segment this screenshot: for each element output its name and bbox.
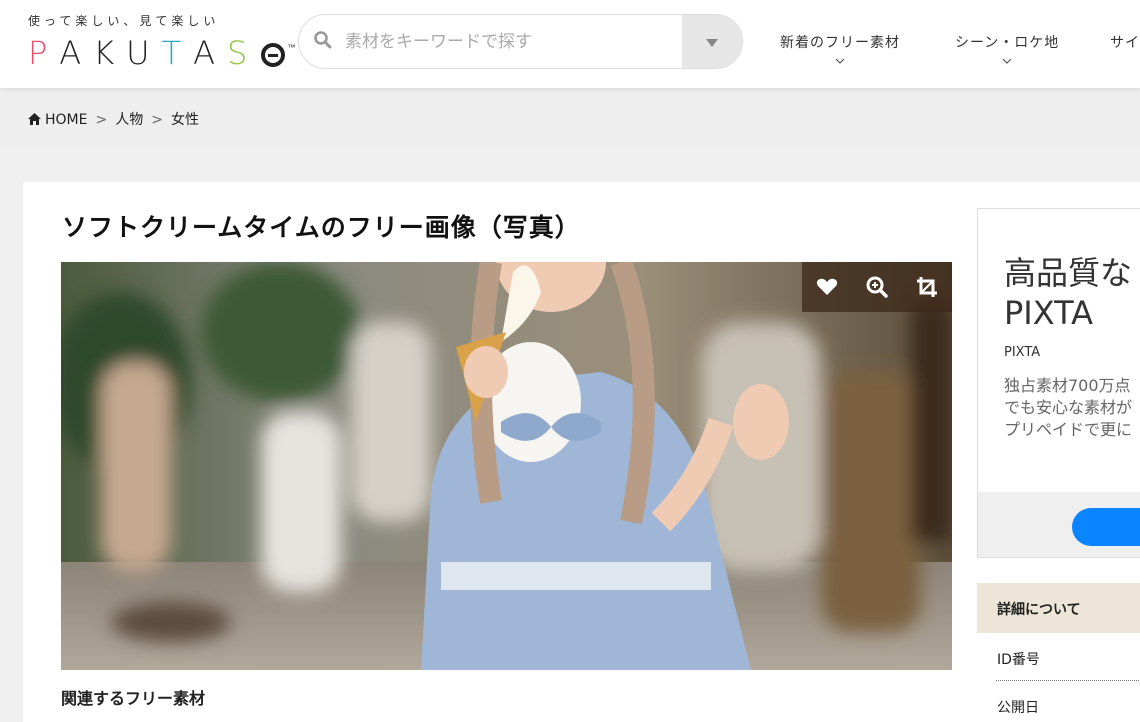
main-content: ソフトクリームタイムのフリー画像（写真） 関連するフリー素材 高品質な PIXT… bbox=[23, 182, 1140, 722]
nav-site[interactable]: サイ bbox=[1110, 32, 1140, 52]
ad-cta-button[interactable] bbox=[1072, 508, 1140, 546]
breadcrumb-people[interactable]: 人物 bbox=[115, 112, 143, 128]
detail-row-published: 公開日 bbox=[997, 700, 1039, 716]
logo-letter: T bbox=[161, 34, 194, 72]
details-panel: 詳細について ID番号 公開日 bbox=[977, 583, 1140, 722]
ad-description: 独占素材700万点 でも安心な素材が プリペイドで更に bbox=[1004, 375, 1132, 441]
logo-letter: K bbox=[93, 34, 127, 72]
crop-icon[interactable] bbox=[915, 275, 939, 299]
logo-letter: P bbox=[28, 34, 60, 72]
logo-tagline: 使って楽しい、見て楽しい bbox=[28, 14, 220, 28]
breadcrumb-female[interactable]: 女性 bbox=[171, 112, 199, 128]
search-box bbox=[298, 14, 743, 69]
breadcrumb-separator: > bbox=[95, 112, 108, 128]
details-heading: 詳細について bbox=[977, 583, 1140, 633]
breadcrumb-separator: > bbox=[151, 112, 163, 128]
breadcrumb: HOME > 人物 > 女性 bbox=[28, 109, 199, 129]
logo-mark-icon bbox=[261, 43, 286, 67]
main-photo[interactable] bbox=[61, 262, 952, 670]
search-input[interactable] bbox=[345, 23, 675, 61]
detail-row-id: ID番号 bbox=[996, 633, 1140, 681]
nav-label: シーン・ロケ地 bbox=[955, 35, 1060, 51]
chevron-down-icon bbox=[1002, 58, 1012, 64]
zoom-in-icon[interactable] bbox=[865, 275, 889, 299]
logo-letter: U bbox=[126, 34, 162, 72]
page-title: ソフトクリームタイムのフリー画像（写真） bbox=[62, 213, 581, 242]
nav-scene-location[interactable]: シーン・ロケ地 bbox=[955, 32, 1059, 66]
logo-letter: S bbox=[227, 34, 260, 72]
nav-label: 新着のフリー素材 bbox=[780, 35, 900, 51]
pixta-ad[interactable]: 高品質な PIXTA PIXTA 独占素材700万点 でも安心な素材が プリペイ… bbox=[977, 208, 1140, 558]
site-logo[interactable]: 使って楽しい、見て楽しい PAKUTAS ™ bbox=[28, 12, 295, 76]
chevron-down-icon bbox=[835, 58, 845, 64]
logo-trademark: ™ bbox=[287, 43, 296, 52]
logo-wordmark: PAKUTAS ™ bbox=[28, 34, 295, 72]
photo-illustration bbox=[61, 262, 952, 670]
ad-desc-line: 独占素材700万点 bbox=[1004, 376, 1131, 395]
logo-letter: A bbox=[193, 34, 228, 72]
ad-footer bbox=[978, 492, 1140, 557]
nav-new-materials[interactable]: 新着のフリー素材 bbox=[780, 32, 900, 66]
ad-title: 高品質な PIXTA bbox=[1004, 253, 1132, 333]
nav-label: サイ bbox=[1110, 35, 1140, 51]
ad-source: PIXTA bbox=[1004, 345, 1041, 360]
photo-toolbar bbox=[802, 262, 952, 312]
ad-title-line: 高品質な bbox=[1004, 254, 1133, 292]
ad-title-line: PIXTA bbox=[1004, 294, 1094, 332]
search-category-dropdown[interactable] bbox=[682, 15, 742, 68]
breadcrumb-home[interactable]: HOME bbox=[45, 112, 87, 128]
home-icon bbox=[28, 113, 41, 125]
logo-letter: A bbox=[59, 34, 94, 72]
ad-desc-line: プリペイドで更に bbox=[1004, 420, 1133, 439]
search-icon[interactable] bbox=[313, 30, 333, 50]
breadcrumb-bar: HOME > 人物 > 女性 bbox=[0, 88, 1140, 148]
site-header: 使って楽しい、見て楽しい PAKUTAS™ 新着のフリー素材 シーン・ロケ地 サ… bbox=[0, 0, 1140, 88]
heart-icon[interactable] bbox=[815, 275, 839, 299]
related-heading: 関連するフリー素材 bbox=[61, 689, 206, 708]
caret-down-icon bbox=[706, 38, 718, 47]
ad-desc-line: でも安心な素材が bbox=[1004, 398, 1133, 417]
